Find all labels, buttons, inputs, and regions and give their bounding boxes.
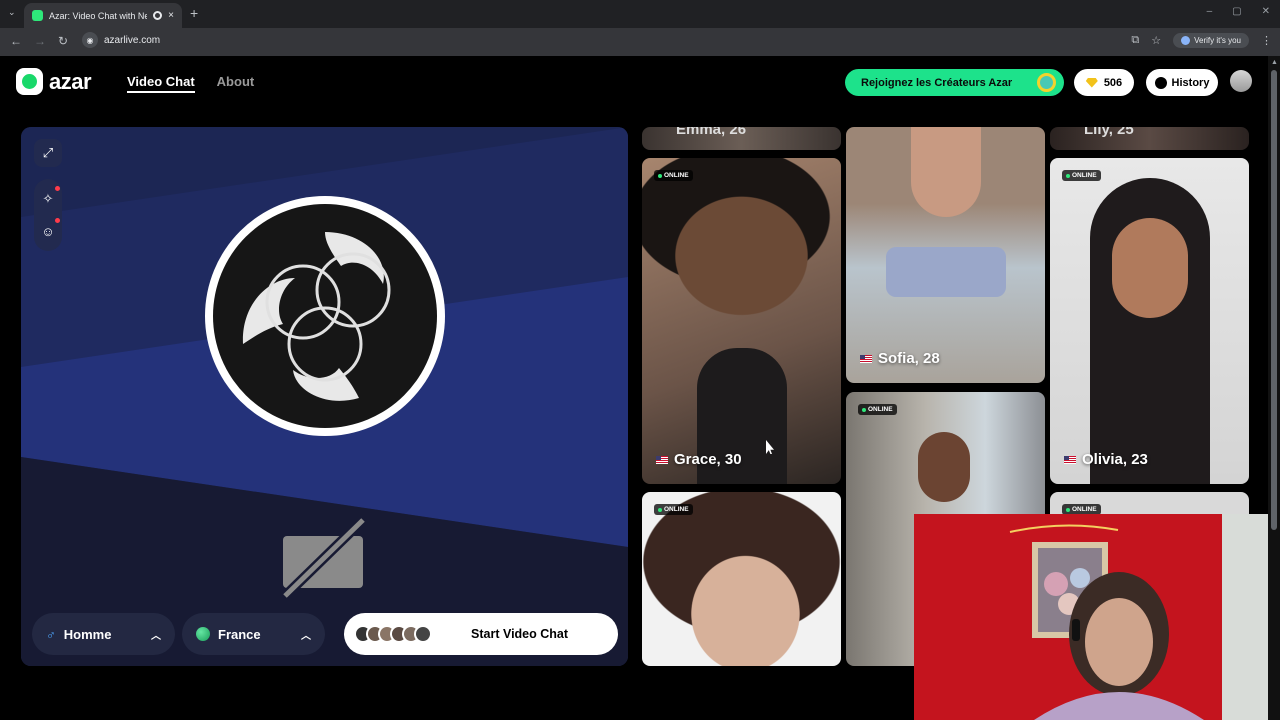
profile-card[interactable]: ONLINE Olivia, 23 — [1050, 158, 1249, 484]
us-flag-icon — [1064, 455, 1076, 464]
browser-tab-bar: ⌄ Azar: Video Chat with New × + – ▢ ✕ — [0, 0, 1280, 28]
effects-group: ✧ ☺ — [34, 179, 62, 251]
notification-dot — [55, 186, 60, 191]
window-controls: – ▢ ✕ — [1207, 6, 1270, 17]
bookmark-star-icon[interactable]: ☆ — [1151, 34, 1161, 47]
avatar-stack — [354, 625, 432, 643]
site-header: azar Video Chat About Rejoignez les Créa… — [0, 56, 1268, 108]
join-creators-button[interactable]: Rejoignez les Créateurs Azar — [845, 69, 1064, 96]
country-selector[interactable]: France ︿ — [182, 613, 325, 655]
user-avatar[interactable] — [1230, 70, 1252, 92]
url-text: azarlive.com — [104, 34, 161, 46]
scrollbar-thumb[interactable] — [1271, 70, 1277, 530]
gems-count: 506 — [1103, 76, 1123, 89]
site-info-icon[interactable]: ◉ — [82, 32, 98, 48]
partial-profile-name: Lily, 25 — [1084, 127, 1134, 138]
obs-logo-icon — [205, 196, 445, 436]
recording-icon — [153, 11, 163, 20]
logo-text: azar — [49, 68, 92, 94]
online-badge: ONLINE — [858, 404, 897, 415]
close-window-icon[interactable]: ✕ — [1262, 6, 1270, 17]
webcam-overlay — [914, 514, 1280, 720]
face-shape — [918, 432, 970, 502]
face-shape — [1112, 218, 1188, 318]
forward-icon[interactable]: → — [34, 34, 46, 48]
browser-tab[interactable]: Azar: Video Chat with New × — [24, 3, 182, 28]
profile-name: Olivia, 23 — [1064, 451, 1148, 468]
azar-favicon-icon — [32, 10, 43, 21]
gems-button[interactable]: 506 — [1074, 69, 1134, 96]
webcam-feed — [914, 514, 1280, 720]
minimize-icon[interactable]: – — [1207, 6, 1213, 17]
face-shape — [911, 127, 981, 217]
male-icon: ♂ — [46, 626, 56, 642]
tab-search-icon[interactable]: ⌄ — [8, 7, 16, 18]
creator-badge-icon — [1037, 73, 1056, 92]
chevron-up-icon: ︿ — [151, 630, 161, 642]
gender-selector[interactable]: ♂ Homme ︿ — [32, 613, 175, 655]
us-flag-icon — [656, 455, 668, 464]
profile-name: Sofia, 28 — [860, 350, 940, 367]
gender-label: Homme — [63, 626, 112, 642]
nav-video-chat[interactable]: Video Chat — [127, 74, 195, 93]
browser-menu-icon[interactable]: ⋮ — [1261, 34, 1272, 47]
online-badge: ONLINE — [1062, 170, 1101, 181]
gem-icon — [1085, 77, 1098, 88]
profile-icon — [1181, 36, 1191, 45]
verify-profile-button[interactable]: Verify it's you — [1173, 33, 1249, 48]
address-bar-actions: ⧉ ☆ Verify it's you ⋮ — [1131, 33, 1272, 48]
online-badge: ONLINE — [654, 170, 693, 181]
maximize-icon[interactable]: ▢ — [1232, 6, 1241, 17]
reload-icon[interactable]: ↻ — [58, 34, 68, 48]
creators-label: Rejoignez les Créateurs Azar — [861, 76, 1013, 89]
history-label: History — [1171, 76, 1210, 89]
camera-off-icon — [279, 514, 369, 602]
profile-card[interactable]: ONLINE — [642, 492, 841, 666]
country-label: France — [218, 626, 261, 642]
partial-profile-name: Emma, 26 — [676, 127, 747, 138]
profile-card-partial[interactable]: Emma, 26 — [642, 127, 841, 150]
chevron-up-icon: ︿ — [301, 630, 311, 642]
main-nav: Video Chat About — [127, 74, 254, 93]
profile-card-partial[interactable]: Lily, 25 — [1050, 127, 1249, 150]
azar-logo[interactable]: azar — [16, 68, 92, 95]
video-chat-panel: ⤢ ✧ ☺ ♂ Homme ︿ France ︿ Start Video Cha… — [21, 127, 628, 666]
side-toolbar: ⤢ ✧ ☺ — [34, 139, 62, 251]
start-label: Start Video Chat — [471, 627, 569, 641]
globe-icon — [196, 627, 210, 641]
notification-dot — [55, 218, 60, 223]
clock-icon — [1154, 76, 1167, 89]
install-app-icon[interactable]: ⧉ — [1131, 34, 1139, 47]
tab-close-icon[interactable]: × — [168, 10, 174, 21]
tab-title: Azar: Video Chat with New — [49, 10, 148, 21]
scroll-up-icon[interactable]: ▲ — [1271, 59, 1278, 66]
profile-card[interactable]: ONLINE Grace, 30 — [642, 158, 841, 484]
profile-name: Grace, 30 — [656, 451, 742, 468]
online-badge: ONLINE — [654, 504, 693, 515]
page-scrollbar[interactable]: ▲ — [1268, 56, 1280, 720]
clothing-shape — [886, 247, 1006, 297]
nav-about[interactable]: About — [217, 74, 255, 93]
profile-card[interactable]: Sofia, 28 — [846, 127, 1045, 383]
history-button[interactable]: History — [1146, 69, 1218, 96]
address-bar: ← → ↻ ◉ azarlive.com ⧉ ☆ Verify it's you… — [0, 28, 1280, 56]
azar-logo-icon — [16, 68, 43, 95]
new-tab-icon[interactable]: + — [190, 5, 198, 21]
start-video-chat-button[interactable]: Start Video Chat — [344, 613, 618, 655]
us-flag-icon — [860, 354, 872, 363]
back-icon[interactable]: ← — [10, 34, 22, 48]
expand-icon[interactable]: ⤢ — [34, 139, 62, 167]
verify-label: Verify it's you — [1194, 36, 1241, 45]
url-field[interactable]: ◉ azarlive.com — [82, 32, 160, 48]
magic-wand-icon[interactable]: ✧ — [34, 185, 62, 213]
face-filter-icon[interactable]: ☺ — [34, 217, 62, 245]
